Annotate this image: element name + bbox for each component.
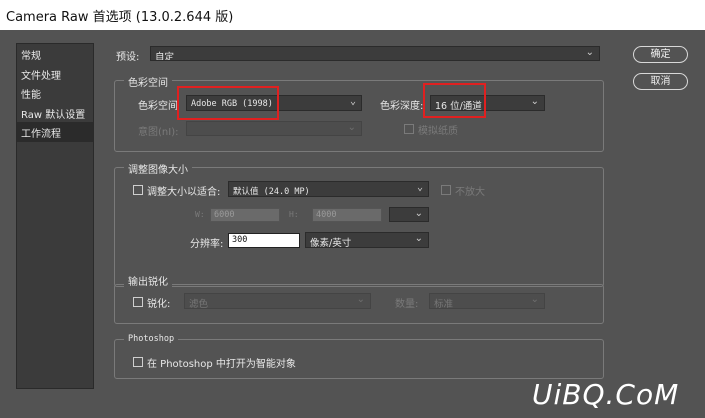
preset-dropdown[interactable]: 自定 ⌄ xyxy=(150,46,600,61)
no-enlarge-checkbox[interactable] xyxy=(441,185,451,195)
cancel-button[interactable]: 取消 xyxy=(633,73,688,90)
chevron-down-icon: ⌄ xyxy=(416,182,423,193)
resolution-label: 分辨率: xyxy=(190,239,224,250)
sidebar-item-file-handling[interactable]: 文件处理 xyxy=(17,64,93,84)
width-label: W: xyxy=(195,210,205,219)
smart-object-label: 在 Photoshop 中打开为智能对象 xyxy=(147,359,296,370)
chevron-down-icon: ⌄ xyxy=(414,233,423,244)
width-field[interactable]: 6000 xyxy=(210,208,280,222)
window-title: Camera Raw 首选项 (13.0.2.644 版) xyxy=(0,0,705,30)
chevron-down-icon: ⌄ xyxy=(530,294,539,305)
photoshop-group-title: Photoshop xyxy=(124,334,179,344)
amount-label: 数量: xyxy=(395,299,419,310)
sidebar: 常规 文件处理 性能 Raw 默认设置 工作流程 xyxy=(16,43,94,389)
amount-dropdown[interactable]: 标准 ⌄ xyxy=(429,293,545,309)
color-depth-highlight xyxy=(423,83,486,118)
resize-to-fit-checkbox[interactable] xyxy=(133,185,143,195)
color-depth-label: 色彩深度: xyxy=(380,101,424,112)
resize-to-fit-dropdown[interactable]: 默认值 (24.0 MP) ⌄ xyxy=(228,181,429,197)
preset-value: 自定 xyxy=(155,52,175,61)
intent-dropdown[interactable]: ⌄ xyxy=(186,121,362,136)
simulate-paper-checkbox[interactable] xyxy=(404,124,414,134)
resize-group-title: 调整图像大小 xyxy=(124,161,192,176)
watermark: UiBQ.CoM xyxy=(532,378,680,411)
resolution-unit-value: 像素/英寸 xyxy=(310,238,352,248)
resize-to-fit-label: 调整大小以适合: xyxy=(147,187,221,198)
height-field[interactable]: 4000 xyxy=(312,208,382,222)
ok-button[interactable]: 确定 xyxy=(633,46,688,63)
sharpen-for-value: 滤色 xyxy=(189,299,209,309)
sidebar-item-raw-defaults[interactable]: Raw 默认设置 xyxy=(17,103,93,123)
chevron-down-icon: ⌄ xyxy=(356,294,365,305)
color-space-label: 色彩空间 xyxy=(138,101,178,112)
sharpen-for-dropdown[interactable]: 滤色 ⌄ xyxy=(184,293,371,309)
chevron-down-icon: ⌄ xyxy=(349,96,356,107)
sharpen-group-title: 输出锐化 xyxy=(124,273,172,288)
sharpen-checkbox[interactable] xyxy=(133,297,143,307)
size-unit-dropdown[interactable]: ⌄ xyxy=(389,207,429,222)
color-space-group-title: 色彩空间 xyxy=(124,74,172,89)
amount-value: 标准 xyxy=(434,299,454,309)
intent-label: 意图(nI): xyxy=(138,127,179,138)
preferences-dialog: 常规 文件处理 性能 Raw 默认设置 工作流程 预设: 自定 ⌄ 确定 取消 … xyxy=(0,30,705,418)
no-enlarge-label: 不放大 xyxy=(455,187,485,198)
sidebar-item-workflow[interactable]: 工作流程 xyxy=(17,122,93,142)
chevron-down-icon: ⌄ xyxy=(414,208,423,219)
resolution-field[interactable]: 300 xyxy=(228,233,300,248)
resize-to-fit-value: 默认值 (24.0 MP) xyxy=(233,187,310,197)
sidebar-item-general[interactable]: 常规 xyxy=(17,44,93,64)
height-label: H: xyxy=(289,210,299,219)
color-space-highlight xyxy=(177,86,279,120)
chevron-down-icon: ⌄ xyxy=(585,47,594,58)
sharpen-label: 锐化: xyxy=(147,299,171,310)
chevron-down-icon: ⌄ xyxy=(347,122,356,133)
resolution-unit-dropdown[interactable]: 像素/英寸 ⌄ xyxy=(305,232,429,248)
preset-label: 预设: xyxy=(116,52,140,63)
smart-object-checkbox[interactable] xyxy=(133,357,143,367)
simulate-paper-label: 模拟纸质 xyxy=(418,126,458,137)
chevron-down-icon: ⌄ xyxy=(530,96,539,107)
sidebar-item-performance[interactable]: 性能 xyxy=(17,83,93,103)
